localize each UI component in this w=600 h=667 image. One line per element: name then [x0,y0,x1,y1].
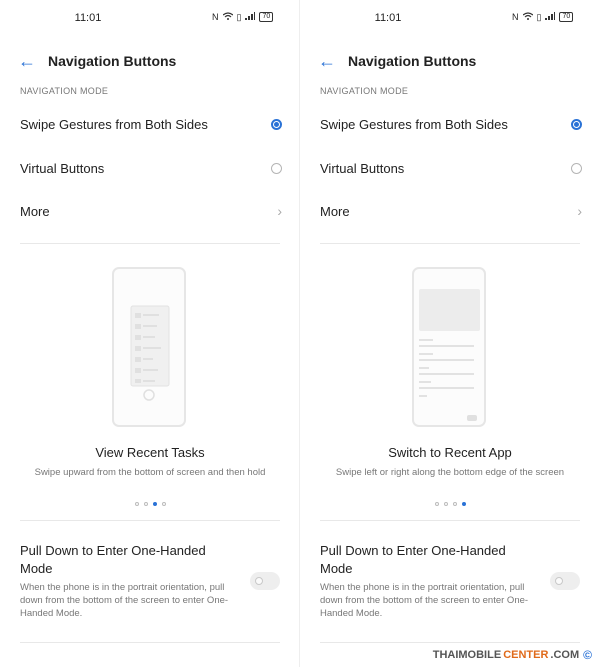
illustration-caption: Switch to Recent App [388,445,512,460]
option-label: Virtual Buttons [20,160,105,176]
chevron-right-icon: › [277,203,282,219]
status-bar: 11:01 N ▯ 70 [300,12,600,26]
one-handed-description: When the phone is in the portrait orient… [20,582,229,619]
back-arrow-icon[interactable]: ← [318,51,342,72]
header: ← Navigation Buttons [18,50,176,72]
header: ← Navigation Buttons [318,50,476,72]
divider [20,642,280,643]
one-handed-toggle[interactable] [250,572,280,590]
page-indicator [300,502,600,506]
section-label: NAVIGATION MODE [20,86,109,96]
illustration-caption: View Recent Tasks [95,445,205,460]
status-icons: N ▯ 70 [212,12,274,22]
option-virtual-buttons[interactable]: Virtual Buttons [20,148,282,188]
recent-app-illustration [412,267,486,427]
page-title: Navigation Buttons [348,53,477,69]
more-label: More [320,203,350,219]
nfc-icon: N [212,12,219,22]
page-dot [443,502,448,506]
page-indicator [0,502,300,506]
watermark-text: CENTER [503,649,549,661]
section-label: NAVIGATION MODE [320,86,409,96]
divider [320,642,580,643]
illustration-description: Swipe upward from the bottom of screen a… [34,467,266,478]
option-virtual-buttons[interactable]: Virtual Buttons [320,148,582,188]
one-handed-title: Pull Down to Enter One-Handed Mode [20,543,206,576]
page-dot [452,502,457,506]
page-dot [434,502,439,506]
screen-right: 11:01 N ▯ 70 ← Navigation Buttons NAVIGA… [300,0,600,667]
option-label: Virtual Buttons [320,160,405,176]
radio-selected-icon[interactable] [571,118,582,130]
recent-tasks-illustration [112,267,186,427]
chevron-right-icon: › [577,203,582,219]
watermark-text: .COM [550,649,580,661]
page-dot [161,502,166,506]
radio-unselected-icon[interactable] [271,162,282,174]
divider [20,243,280,244]
option-swipe-gestures[interactable]: Swipe Gestures from Both Sides [20,104,282,144]
option-label: Swipe Gestures from Both Sides [320,116,508,132]
wifi-icon [222,12,233,22]
page-dot-active [461,502,466,506]
one-handed-toggle[interactable] [550,572,580,590]
signal-icon [545,12,556,22]
more-row[interactable]: More › [320,191,582,231]
illustration-description: Swipe left or right along the bottom edg… [335,467,565,478]
battery-icon: 70 [259,12,274,22]
more-row[interactable]: More › [20,191,282,231]
divider [320,243,580,244]
watermark: THAIMOBILE CENTER .COM © [430,648,594,662]
radio-unselected-icon[interactable] [571,162,582,174]
battery-icon: 70 [559,12,574,22]
watermark-text: THAIMOBILE [432,649,502,661]
page-dot [143,502,148,506]
sim-icon: ▯ [236,12,242,22]
divider [20,520,280,521]
option-swipe-gestures[interactable]: Swipe Gestures from Both Sides [320,104,582,144]
divider [320,520,580,521]
status-icons: N ▯ 70 [512,12,574,22]
one-handed-title: Pull Down to Enter One-Handed Mode [320,543,506,576]
page-dot-active [152,502,157,506]
status-time: 11:01 [374,12,402,24]
one-handed-description: When the phone is in the portrait orient… [320,582,529,619]
screen-left: 11:01 N ▯ 70 ← Navigation Buttons NAVIGA… [0,0,300,667]
status-bar: 11:01 N ▯ 70 [0,12,300,26]
nfc-icon: N [512,12,519,22]
status-time: 11:01 [74,12,102,24]
sim-icon: ▯ [536,12,542,22]
signal-icon [245,12,256,22]
option-label: Swipe Gestures from Both Sides [20,116,208,132]
more-label: More [20,203,50,219]
radio-selected-icon[interactable] [271,118,282,130]
back-arrow-icon[interactable]: ← [18,51,42,72]
copyright-icon: © [583,648,592,662]
wifi-icon [522,12,533,22]
page-dot [134,502,139,506]
page-title: Navigation Buttons [48,53,177,69]
